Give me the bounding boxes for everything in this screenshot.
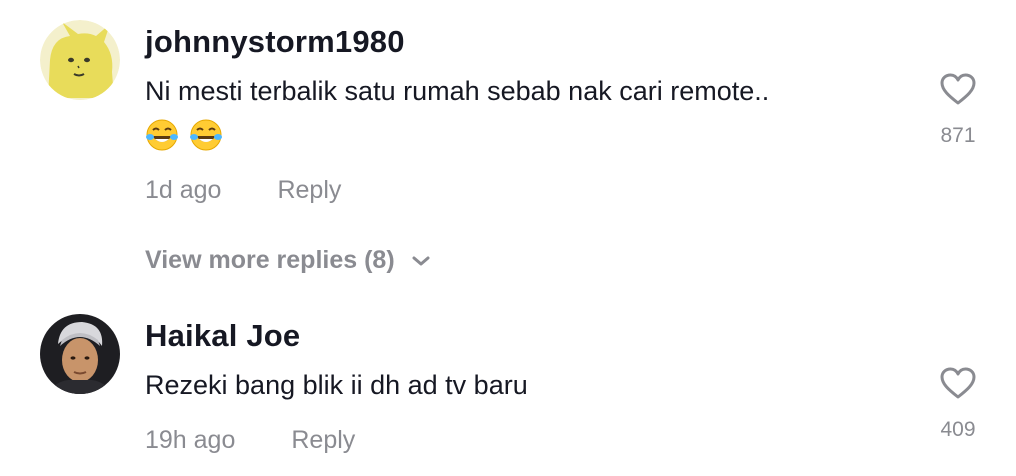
comment-timestamp: 1d ago	[145, 176, 222, 204]
avatar[interactable]	[40, 20, 120, 100]
comment-meta: 1d ago Reply	[145, 176, 341, 205]
comment-meta: 19h ago Reply	[145, 426, 355, 455]
heart-icon[interactable]	[939, 72, 977, 106]
like-button[interactable]: 871	[918, 72, 998, 148]
username[interactable]: Haikal Joe	[145, 318, 300, 354]
view-more-replies-label: View more replies (8)	[145, 246, 395, 274]
chevron-down-icon	[412, 256, 430, 265]
like-count: 871	[940, 124, 976, 147]
reply-button[interactable]: Reply	[291, 426, 355, 455]
heart-icon[interactable]	[939, 366, 977, 400]
cartoon-avatar-icon	[40, 20, 120, 100]
face-with-tears-of-joy-icon	[190, 119, 222, 151]
comment-text: Ni mesti terbalik satu rumah sebab nak c…	[145, 76, 770, 106]
username[interactable]: johnnystorm1980	[145, 24, 405, 60]
comment-timestamp: 19h ago	[145, 426, 236, 454]
avatar[interactable]	[40, 314, 120, 394]
emoji-line	[145, 118, 223, 152]
view-more-replies-button[interactable]: View more replies (8)	[145, 246, 431, 275]
face-with-tears-of-joy-icon	[146, 119, 178, 151]
like-button[interactable]: 409	[918, 366, 998, 442]
reply-button[interactable]: Reply	[277, 176, 341, 205]
comment-text: Rezeki bang blik ii dh ad tv baru	[145, 370, 528, 400]
like-count: 409	[940, 418, 976, 441]
user-photo-avatar-icon	[40, 314, 120, 394]
